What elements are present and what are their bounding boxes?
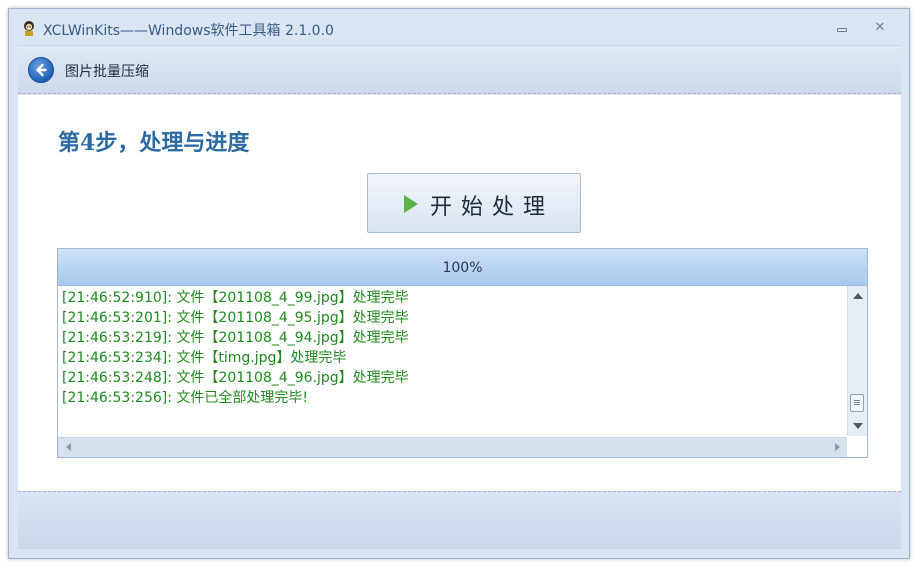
log-lines: [21:46:52:910]: 文件【201108_4_99.jpg】处理完毕 [… — [62, 288, 842, 408]
log-line: [21:46:53:248]: 文件【201108_4_96.jpg】处理完毕 — [62, 370, 409, 386]
close-icon: ✕ — [874, 20, 886, 35]
app-logo-icon — [24, 21, 34, 36]
start-processing-button[interactable]: 开始处理 — [367, 173, 581, 233]
app-window: XCLWinKits——Windows软件工具箱 2.1.0.0 ✕ 图片批量压… — [8, 8, 910, 559]
start-processing-label: 开始处理 — [430, 195, 555, 220]
title-bar: XCLWinKits——Windows软件工具箱 2.1.0.0 ✕ — [9, 9, 909, 45]
minimize-button[interactable] — [831, 18, 853, 38]
step-heading: 第4步，处理与进度 — [58, 125, 249, 157]
log-line: [21:46:53:201]: 文件【201108_4_95.jpg】处理完毕 — [62, 310, 409, 326]
horizontal-scrollbar[interactable] — [58, 437, 848, 457]
page-title: 图片批量压缩 — [65, 64, 149, 80]
scroll-left-icon[interactable] — [66, 443, 71, 451]
progress-label: 100% — [442, 260, 483, 276]
back-arrow-icon — [36, 63, 47, 77]
footer-bar — [18, 493, 901, 549]
scroll-right-icon[interactable] — [835, 443, 840, 451]
log-line: [21:46:53:256]: 文件已全部处理完毕! — [62, 390, 309, 406]
step-heading-prefix: 第 — [58, 130, 81, 156]
close-button[interactable]: ✕ — [869, 18, 891, 38]
play-icon — [404, 195, 418, 213]
progress-bar: 100% — [57, 248, 868, 286]
step-heading-suffix: 步，处理与进度 — [95, 130, 250, 156]
log-line: [21:46:53:234]: 文件【timg.jpg】处理完毕 — [62, 350, 347, 366]
scroll-down-icon[interactable] — [853, 423, 863, 429]
window-title: XCLWinKits——Windows软件工具箱 2.1.0.0 — [43, 23, 334, 39]
back-button[interactable] — [28, 57, 54, 83]
step-heading-number: 4 — [80, 130, 96, 156]
scroll-thumb[interactable] — [850, 394, 864, 412]
divider — [18, 491, 901, 492]
minimize-icon — [837, 28, 847, 32]
vertical-scrollbar[interactable] — [847, 286, 867, 436]
scroll-up-icon[interactable] — [853, 293, 863, 299]
log-box[interactable]: [21:46:52:910]: 文件【201108_4_99.jpg】处理完毕 [… — [57, 286, 868, 458]
log-line: [21:46:52:910]: 文件【201108_4_99.jpg】处理完毕 — [62, 290, 409, 306]
grip-icon — [854, 400, 860, 401]
scrollbar-corner — [847, 437, 867, 457]
log-line: [21:46:53:219]: 文件【201108_4_94.jpg】处理完毕 — [62, 330, 409, 346]
divider — [18, 93, 901, 94]
main-content: 第4步，处理与进度 开始处理 100% [21:46:52:910]: 文件【2… — [18, 95, 901, 491]
navigation-bar: 图片批量压缩 — [18, 45, 901, 94]
